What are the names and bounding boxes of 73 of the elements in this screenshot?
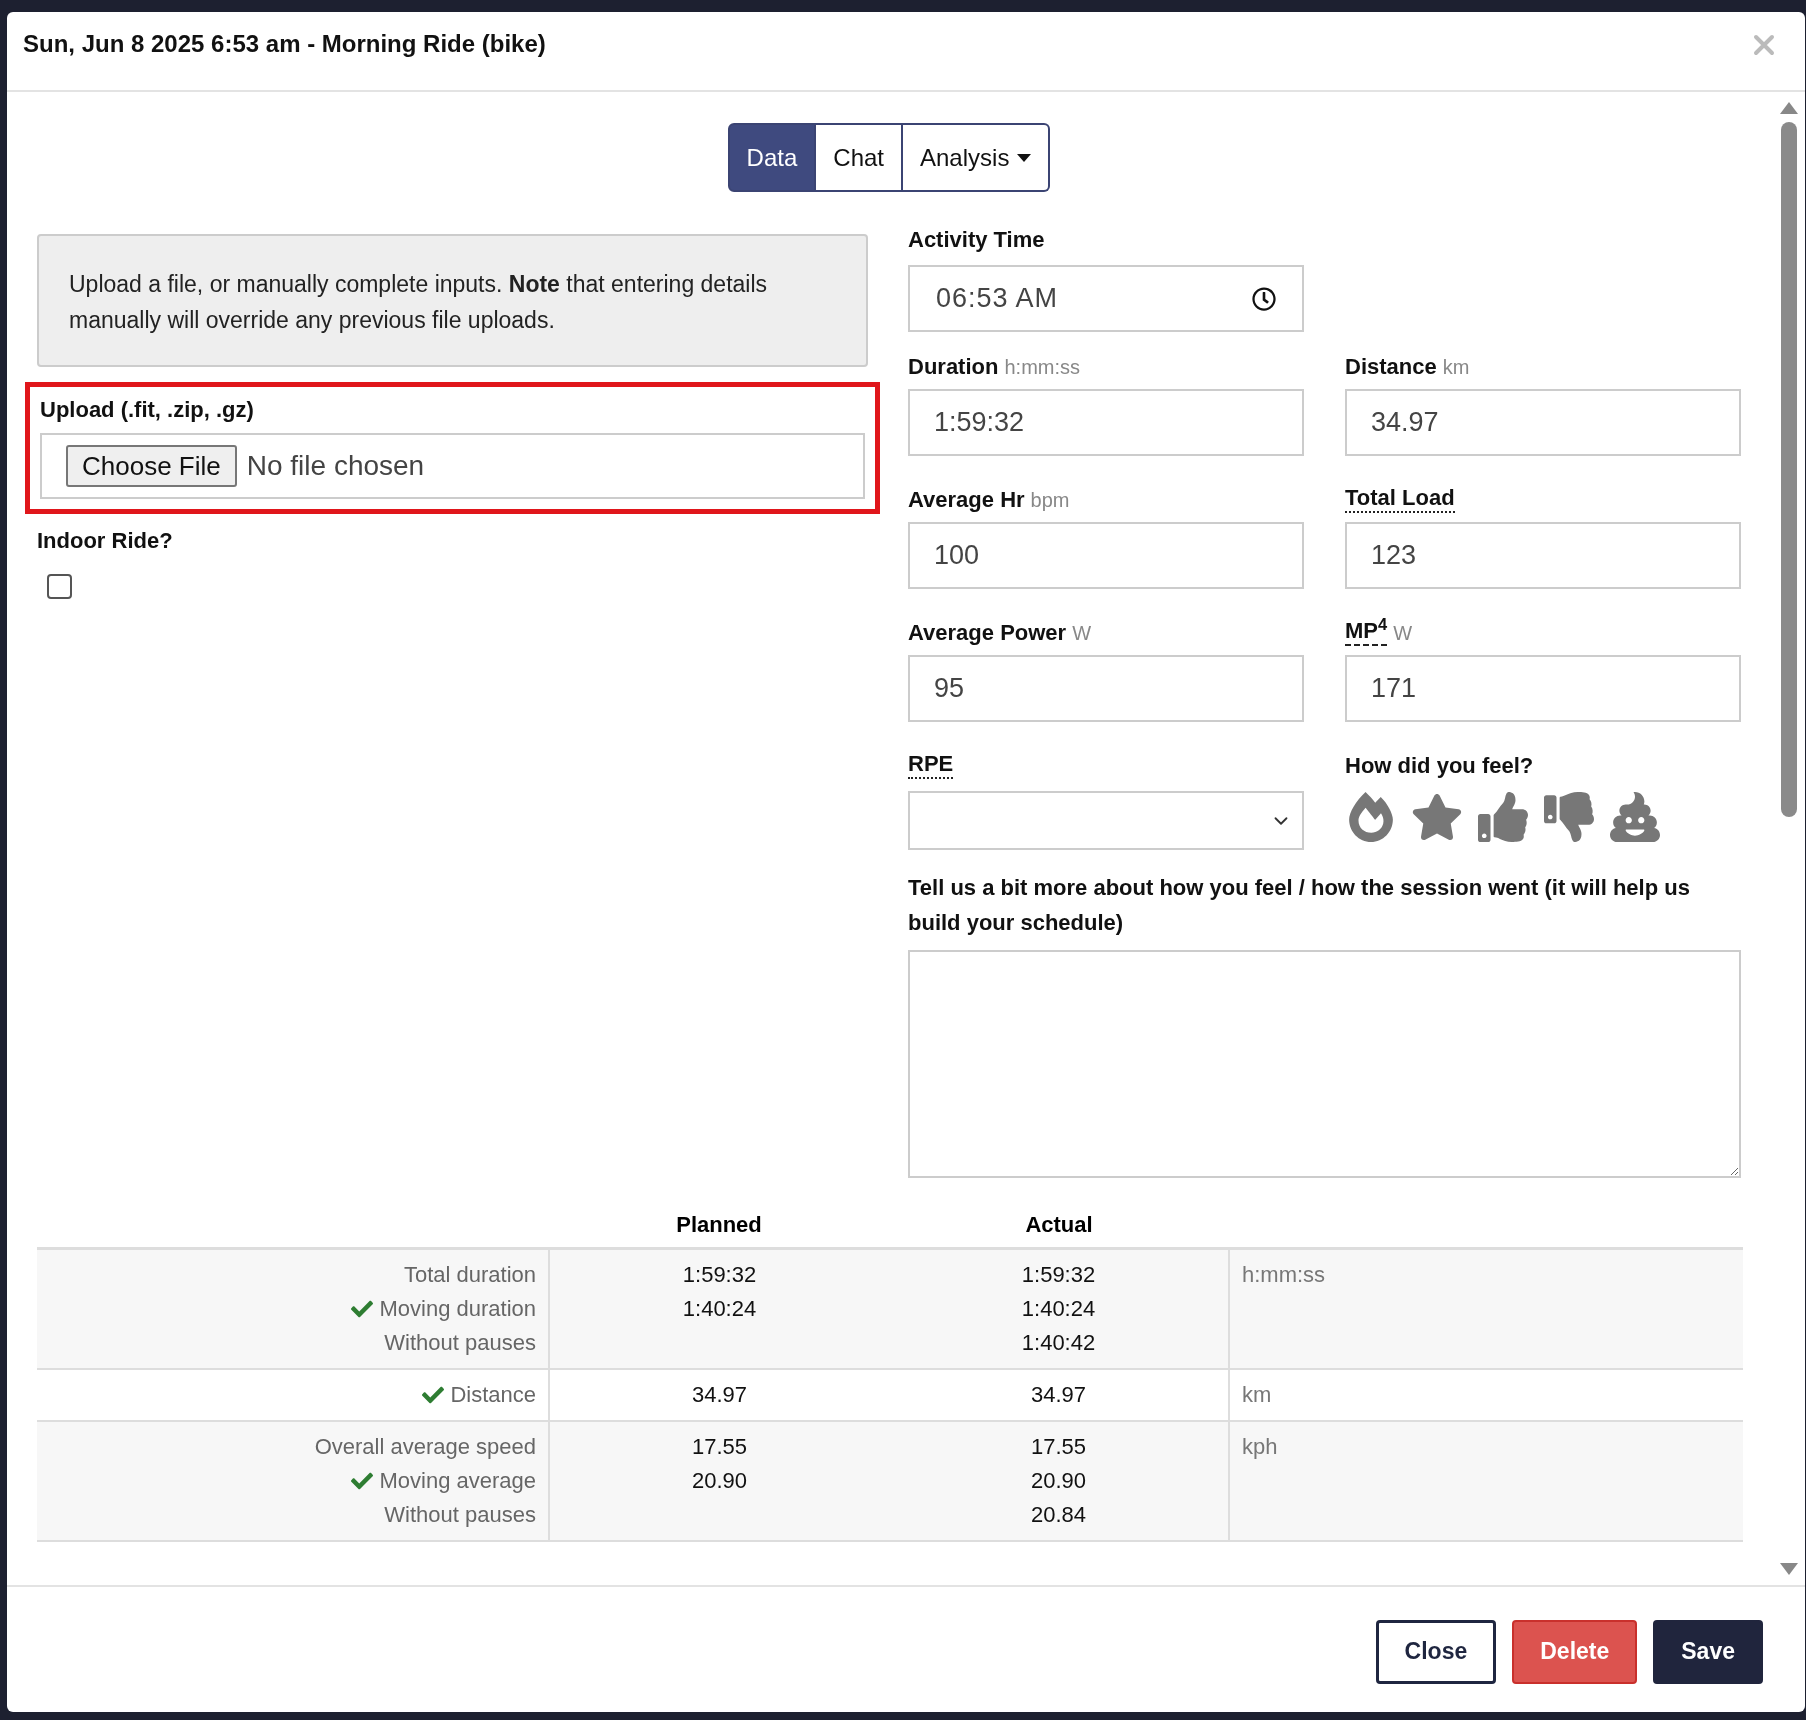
thumbs-down-icon[interactable] [1543, 792, 1595, 842]
row-label: Moving average [379, 1466, 536, 1495]
input-field[interactable]: 123 [1345, 522, 1741, 589]
field-label: How did you feel? [1345, 753, 1534, 779]
unit-label: W [1072, 621, 1092, 646]
table-cell: 20.90 [691, 1467, 748, 1493]
scroll-down-icon[interactable] [1780, 1563, 1798, 1575]
scroll-up-icon[interactable] [1780, 102, 1798, 114]
tab[interactable]: Data [727, 123, 817, 192]
footer-button[interactable]: Save [1653, 1619, 1763, 1684]
unit-cell: h:mm:ss [1242, 1261, 1326, 1287]
table-cell: 20.90 [1030, 1467, 1087, 1493]
table-cell: 1:59:32 [682, 1261, 757, 1287]
column-header: Actual [1025, 1211, 1093, 1237]
table-cell: 20.84 [1030, 1501, 1087, 1527]
indoor-checkbox[interactable] [47, 574, 72, 599]
indoor-label: Indoor Ride? [37, 527, 174, 555]
table-cell: 1:40:24 [682, 1295, 757, 1321]
select-field[interactable] [908, 791, 1304, 850]
notes-label: Tell us a bit more about how you feel / how the session went (it will help us build your schedule) [908, 874, 1691, 937]
table-cell: 17.55 [691, 1433, 748, 1459]
row-label: Without pauses [384, 1500, 536, 1529]
input-field[interactable]: 95 [908, 655, 1304, 722]
row-label: Moving duration [379, 1294, 536, 1323]
tab[interactable]: Analysis [903, 123, 1051, 192]
modal-title: Sun, Jun 8 2025 6:53 am - Morning Ride (bike) [23, 29, 546, 59]
row-label: Total duration [403, 1260, 536, 1289]
unit-label: bpm [1030, 488, 1070, 513]
row-label: Without pauses [384, 1328, 536, 1357]
field-label: Average Hr [908, 487, 1025, 513]
notice-text: Upload a file, or manually complete inputs. Note that entering details manually will override any previous file uploads. [69, 270, 769, 335]
row-label: Distance [450, 1380, 536, 1409]
poop-icon[interactable] [1609, 792, 1661, 842]
unit-cell: km [1242, 1381, 1272, 1407]
thumbs-up-icon[interactable] [1477, 792, 1529, 842]
unit-label: h:mm:ss [1004, 355, 1080, 380]
choose-file-button[interactable]: Choose File [66, 445, 237, 487]
field-label: Distance [1345, 354, 1437, 380]
upload-label: Upload (.fit, .zip, .gz) [40, 396, 255, 424]
column-header: Planned [676, 1211, 762, 1237]
table-cell: 34.97 [691, 1381, 748, 1407]
row-label: Overall average speed [314, 1432, 536, 1461]
footer-button[interactable]: Close [1375, 1619, 1497, 1684]
unit-label: km [1442, 355, 1470, 380]
table-cell: 17.55 [1030, 1433, 1087, 1459]
input-field[interactable]: 100 [908, 522, 1304, 589]
input-field[interactable]: 34.97 [1345, 389, 1741, 456]
unit-label: W [1393, 621, 1413, 646]
field-label: Duration [908, 354, 999, 380]
close-icon[interactable] [1753, 34, 1775, 56]
caret-icon [1017, 153, 1032, 162]
star-icon[interactable] [1411, 792, 1463, 842]
input-field[interactable]: 1:59:32 [908, 389, 1304, 456]
time-field[interactable]: 06:53 AM [908, 265, 1304, 332]
footer-button[interactable]: Delete [1512, 1619, 1638, 1684]
table-cell: 34.97 [1030, 1381, 1087, 1407]
field-label: RPE [908, 751, 954, 779]
unit-cell: kph [1242, 1433, 1278, 1459]
field-label: Average Power [908, 620, 1067, 646]
clock-icon [1252, 286, 1276, 311]
time-value: 06:53 AM [936, 282, 1059, 316]
table-cell: 1:40:42 [1021, 1329, 1096, 1355]
file-status: No file chosen [246, 449, 425, 483]
field-label: MP$^{4}$ [1345, 618, 1388, 646]
field-label: Activity Time [908, 226, 1046, 254]
table-cell: 1:40:24 [1021, 1295, 1096, 1321]
scrollbar-thumb[interactable] [1781, 122, 1797, 817]
table-cell: 1:59:32 [1021, 1261, 1096, 1287]
notes-field[interactable] [908, 950, 1741, 1178]
file-input[interactable]: Choose File No file chosen [40, 433, 865, 499]
field-label: Total Load [1345, 485, 1455, 513]
tab[interactable]: Chat [816, 123, 903, 192]
input-field[interactable]: 171 [1345, 655, 1741, 722]
